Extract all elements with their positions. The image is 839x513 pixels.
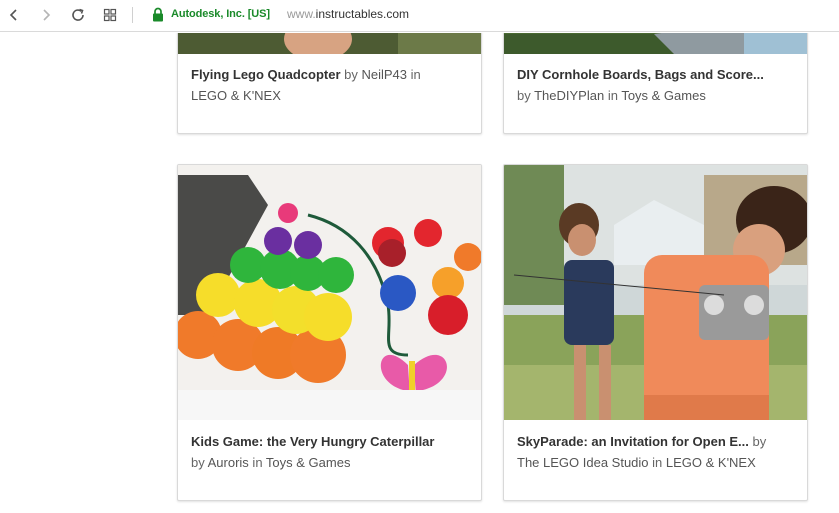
by-label: by xyxy=(191,455,208,470)
back-icon[interactable] xyxy=(3,5,25,25)
browser-toolbar: Autodesk, Inc. [US] www.instructables.co… xyxy=(0,0,839,32)
author-link[interactable]: Auroris xyxy=(208,455,249,470)
project-card[interactable]: DIY Cornhole Boards, Bags and Score... by… xyxy=(503,33,808,134)
project-thumbnail[interactable] xyxy=(178,33,481,54)
by-label: by xyxy=(340,67,362,82)
author-link[interactable]: The LEGO Idea Studio xyxy=(517,455,649,470)
by-label: by xyxy=(748,434,767,449)
in-label: in xyxy=(648,455,666,470)
category-link[interactable]: Toys & Games xyxy=(266,455,351,470)
project-card[interactable]: SkyParade: an Invitation for Open E... b… xyxy=(503,164,808,501)
project-thumbnail[interactable] xyxy=(178,165,481,420)
forward-icon[interactable] xyxy=(35,5,57,25)
tabs-grid-icon[interactable] xyxy=(99,5,121,25)
address-bar[interactable]: www.instructables.com xyxy=(287,7,409,21)
url-prefix: www. xyxy=(287,7,316,21)
in-label: in xyxy=(604,88,622,103)
url-host: instructables.com xyxy=(315,7,410,21)
project-thumbnail[interactable] xyxy=(504,33,807,54)
category-link[interactable]: LEGO & K'NEX xyxy=(191,88,281,103)
project-title[interactable]: Flying Lego Quadcopter xyxy=(191,67,341,82)
category-link[interactable]: LEGO & K'NEX xyxy=(666,455,756,470)
project-info: SkyParade: an Invitation for Open E... b… xyxy=(517,431,797,473)
toolbar-separator xyxy=(132,7,133,23)
project-info: DIY Cornhole Boards, Bags and Score... by… xyxy=(517,64,797,106)
author-link[interactable]: TheDIYPlan xyxy=(534,88,604,103)
project-info: Kids Game: the Very Hungry Caterpillar by… xyxy=(191,431,471,473)
secure-org-label[interactable]: Autodesk, Inc. [US] xyxy=(171,8,270,20)
page-content: Flying Lego Quadcopter by NeilP43 in LEG… xyxy=(0,33,839,513)
lock-icon xyxy=(152,7,164,27)
project-card[interactable]: Kids Game: the Very Hungry Caterpillar by… xyxy=(177,164,482,501)
category-link[interactable]: Toys & Games xyxy=(621,88,706,103)
by-label: by xyxy=(517,88,535,103)
project-title[interactable]: SkyParade: an Invitation for Open E... xyxy=(517,434,749,449)
project-title[interactable]: DIY Cornhole Boards, Bags and Score... xyxy=(517,67,764,82)
author-link[interactable]: NeilP43 xyxy=(361,67,407,82)
project-info: Flying Lego Quadcopter by NeilP43 in LEG… xyxy=(191,64,471,106)
reload-icon[interactable] xyxy=(67,5,89,25)
in-label: in xyxy=(407,67,421,82)
project-card[interactable]: Flying Lego Quadcopter by NeilP43 in LEG… xyxy=(177,33,482,134)
project-title[interactable]: Kids Game: the Very Hungry Caterpillar xyxy=(191,434,434,449)
in-label: in xyxy=(248,455,266,470)
project-thumbnail[interactable] xyxy=(504,165,807,420)
